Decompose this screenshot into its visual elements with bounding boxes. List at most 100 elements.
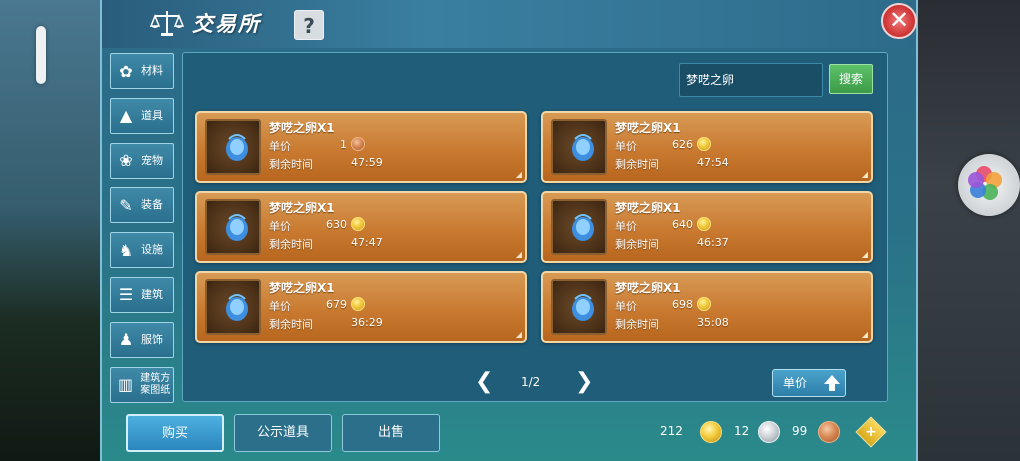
sword-icon: ✎	[119, 195, 133, 215]
price-label: 单价	[269, 300, 291, 313]
item-frame	[551, 279, 607, 335]
sidebar-item-blueprints[interactable]: ▥ 建筑方案图纸	[110, 366, 174, 403]
dream-egg-icon	[226, 134, 248, 161]
category-sidebar: ✿ 材料 ▲ 道具 ❀ 宠物 ✎ 装备 ♞ 设施 ☰ 建筑 ♟ 服饰 ▥ 建筑方	[110, 53, 176, 411]
price-value: 630	[326, 218, 347, 231]
sidebar-item-label: 建筑	[141, 287, 163, 301]
plus-icon: +	[865, 424, 877, 440]
gold-amount: 212	[660, 424, 683, 438]
item-frame	[205, 199, 261, 255]
dream-egg-icon	[572, 214, 594, 241]
page-title: 交易所	[192, 12, 261, 36]
clothing-icon: ♟	[118, 330, 134, 350]
corner-ornament-icon: ◢	[861, 250, 868, 259]
buy-tab-button[interactable]: 购买	[126, 414, 224, 452]
item-name: 梦呓之卵X1	[615, 281, 681, 295]
sidebar-item-label: 服饰	[141, 332, 163, 346]
silver-coin-icon	[758, 421, 780, 443]
next-page-button[interactable]: ❯	[575, 369, 593, 394]
sell-tab-button[interactable]: 出售	[342, 414, 440, 452]
gold-coin-icon	[351, 297, 365, 311]
side-drag-handle[interactable]	[36, 26, 46, 84]
item-name: 梦呓之卵X1	[269, 281, 335, 295]
item-name: 梦呓之卵X1	[269, 121, 335, 135]
building-icon: ☰	[118, 285, 134, 305]
item-frame	[551, 199, 607, 255]
sidebar-item-label: 道具	[141, 108, 163, 122]
petal-icon	[968, 172, 984, 188]
item-frame	[205, 119, 261, 175]
corner-ornament-icon: ◢	[515, 250, 522, 259]
time-label: 剩余时间	[269, 318, 313, 331]
time-value: 47:54	[697, 156, 729, 169]
search-button[interactable]: 搜索	[829, 64, 873, 94]
page-indicator: 1/2	[521, 375, 541, 389]
price-value: 679	[326, 298, 347, 311]
add-currency-button[interactable]: +	[855, 416, 887, 448]
corner-ornament-icon: ◢	[515, 170, 522, 179]
listing-card[interactable]: 梦呓之卵X1 单价 630 剩余时间 47:47 ◢	[195, 191, 527, 263]
listing-grid: 梦呓之卵X1 单价 1 剩余时间 47:59 ◢ 梦呓之卵X1 单价 626 剩…	[195, 111, 875, 343]
price-label: 单价	[615, 140, 637, 153]
blueprint-icon: ▥	[118, 375, 134, 395]
sidebar-item-props[interactable]: ▲ 道具	[110, 97, 174, 134]
item-name: 梦呓之卵X1	[615, 121, 681, 135]
listing-card[interactable]: 梦呓之卵X1 单价 640 剩余时间 46:37 ◢	[541, 191, 873, 263]
price-label: 单价	[615, 220, 637, 233]
sort-arrow-up-icon	[824, 375, 840, 391]
sort-by-price-button[interactable]: 单价	[772, 369, 846, 397]
paw-icon: ❀	[119, 151, 133, 171]
price-value: 698	[672, 298, 693, 311]
scales-icon	[150, 11, 184, 36]
gold-coin-icon	[351, 217, 365, 231]
item-frame	[551, 119, 607, 175]
sidebar-item-equipment[interactable]: ✎ 装备	[110, 187, 174, 224]
sort-button-label: 单价	[783, 376, 808, 390]
materials-icon: ✿	[119, 61, 133, 81]
search-input[interactable]: 梦呓之卵	[679, 63, 823, 97]
gold-coin-icon	[697, 217, 711, 231]
sidebar-item-label: 设施	[141, 243, 163, 257]
copper-coin-icon	[351, 137, 365, 151]
sidebar-item-label: 装备	[141, 198, 163, 212]
dream-egg-icon	[572, 294, 594, 321]
sidebar-item-materials[interactable]: ✿ 材料	[110, 53, 174, 89]
listing-card[interactable]: 梦呓之卵X1 单价 626 剩余时间 47:54 ◢	[541, 111, 873, 183]
public-items-tab-button[interactable]: 公示道具	[234, 414, 332, 452]
item-name: 梦呓之卵X1	[615, 201, 681, 215]
time-label: 剩余时间	[269, 238, 313, 251]
gold-coin-icon	[697, 297, 711, 311]
price-label: 单价	[615, 300, 637, 313]
time-label: 剩余时间	[615, 158, 659, 171]
corner-ornament-icon: ◢	[861, 330, 868, 339]
floating-assistant-ball[interactable]	[958, 154, 1020, 216]
listing-card[interactable]: 梦呓之卵X1 单价 1 剩余时间 47:59 ◢	[195, 111, 527, 183]
time-label: 剩余时间	[615, 238, 659, 251]
background-scenery-left	[0, 0, 100, 461]
item-name: 梦呓之卵X1	[269, 201, 335, 215]
gold-coin-icon	[700, 421, 722, 443]
sidebar-item-clothing[interactable]: ♟ 服饰	[110, 321, 174, 358]
close-button[interactable]: ✕	[881, 3, 917, 39]
time-value: 47:59	[351, 156, 383, 169]
title-bar: 交易所 ? ✕	[102, 0, 917, 48]
corner-ornament-icon: ◢	[861, 170, 868, 179]
prev-page-button[interactable]: ❮	[475, 369, 493, 394]
copper-coin-icon	[818, 421, 840, 443]
sidebar-item-buildings[interactable]: ☰ 建筑	[110, 276, 174, 313]
help-button[interactable]: ?	[294, 10, 324, 40]
sidebar-item-pets[interactable]: ❀ 宠物	[110, 142, 174, 179]
dream-egg-icon	[226, 214, 248, 241]
price-label: 单价	[269, 140, 291, 153]
listing-card[interactable]: 梦呓之卵X1 单价 698 剩余时间 35:08 ◢	[541, 271, 873, 343]
time-label: 剩余时间	[269, 158, 313, 171]
price-value: 626	[672, 138, 693, 151]
silver-amount: 12	[734, 424, 750, 438]
sidebar-item-facilities[interactable]: ♞ 设施	[110, 232, 174, 269]
sidebar-item-label: 材料	[141, 64, 163, 77]
listing-card[interactable]: 梦呓之卵X1 单价 679 剩余时间 36:29 ◢	[195, 271, 527, 343]
flask-icon: ▲	[119, 106, 133, 126]
item-frame	[205, 279, 261, 335]
background-scenery-right	[910, 0, 1020, 461]
copper-amount: 99	[792, 424, 808, 438]
